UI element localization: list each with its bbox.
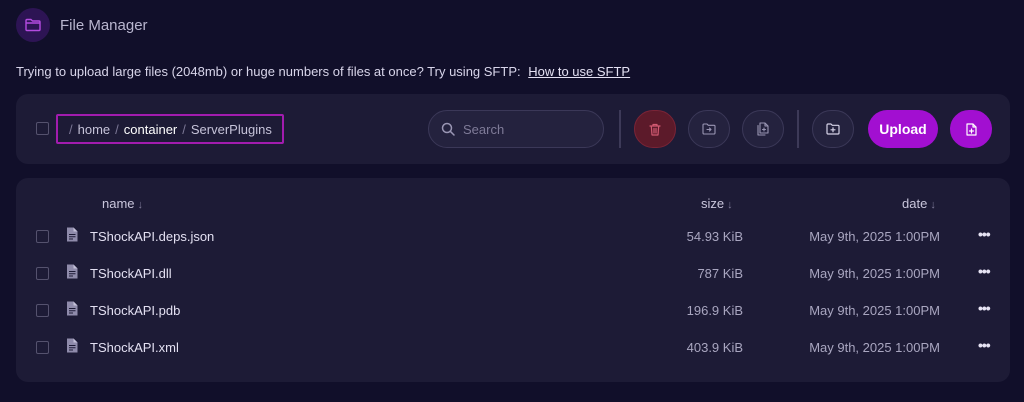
breadcrumb-separator: /	[69, 121, 73, 137]
file-text-icon	[67, 301, 78, 316]
file-plus-icon	[965, 122, 977, 136]
copy-button[interactable]	[742, 110, 784, 148]
move-button[interactable]	[688, 110, 730, 148]
sort-arrow-icon: ↓	[930, 199, 936, 211]
sftp-notice-text: Trying to upload large files (2048mb) or…	[16, 64, 521, 79]
file-text-icon	[67, 338, 78, 353]
more-horizontal-icon[interactable]: •••	[978, 300, 991, 316]
breadcrumb-separator: /	[115, 121, 119, 137]
folder-plus-icon	[826, 123, 840, 135]
table-row[interactable]: TShockAPI.xml 403.9 KiB May 9th, 2025 1:…	[16, 329, 1010, 366]
breadcrumb-separator: /	[182, 121, 186, 137]
table-row[interactable]: TShockAPI.deps.json 54.93 KiB May 9th, 2…	[16, 218, 1010, 255]
trash-icon	[649, 123, 661, 136]
file-name[interactable]: TShockAPI.dll	[90, 266, 172, 281]
search-icon	[441, 122, 455, 136]
breadcrumb: / home / container / ServerPlugins	[56, 114, 284, 144]
page-header: File Manager	[16, 8, 148, 42]
search-box	[428, 110, 604, 148]
column-header-name[interactable]: name ↓	[102, 196, 143, 211]
select-all-checkbox[interactable]	[36, 122, 49, 135]
column-header-size-label: size	[701, 196, 725, 211]
file-name[interactable]: TShockAPI.deps.json	[90, 229, 214, 244]
breadcrumb-item-container[interactable]: container	[124, 122, 177, 137]
row-checkbox[interactable]	[36, 230, 49, 243]
row-checkbox[interactable]	[36, 304, 49, 317]
file-size: 196.9 KiB	[686, 303, 743, 318]
file-copy-icon	[757, 122, 769, 136]
table-row[interactable]: TShockAPI.dll 787 KiB May 9th, 2025 1:00…	[16, 255, 1010, 292]
sftp-help-link[interactable]: How to use SFTP	[528, 64, 630, 79]
file-text-icon	[67, 264, 78, 279]
file-toolbar: / home / container / ServerPlugins Uploa…	[16, 94, 1010, 164]
file-text-icon	[67, 227, 78, 242]
file-size: 787 KiB	[697, 266, 743, 281]
more-horizontal-icon[interactable]: •••	[978, 337, 991, 353]
search-input[interactable]	[463, 121, 583, 137]
column-header-date[interactable]: date ↓	[902, 196, 936, 211]
breadcrumb-item-home[interactable]: home	[78, 122, 111, 137]
folder-icon	[16, 8, 50, 42]
new-folder-button[interactable]	[812, 110, 854, 148]
upload-button[interactable]: Upload	[868, 110, 938, 148]
file-date: May 9th, 2025 1:00PM	[809, 266, 940, 281]
file-date: May 9th, 2025 1:00PM	[809, 229, 940, 244]
table-row[interactable]: TShockAPI.pdb 196.9 KiB May 9th, 2025 1:…	[16, 292, 1010, 329]
toolbar-divider	[797, 110, 799, 148]
page-title: File Manager	[60, 16, 148, 34]
new-file-button[interactable]	[950, 110, 992, 148]
file-date: May 9th, 2025 1:00PM	[809, 340, 940, 355]
sort-arrow-icon: ↓	[137, 199, 144, 211]
column-header-date-label: date	[902, 196, 928, 211]
sftp-notice: Trying to upload large files (2048mb) or…	[16, 64, 630, 79]
column-header-size[interactable]: size ↓	[701, 196, 733, 211]
file-list: name ↓ size ↓ date ↓ TShockAPI.deps.json 54…	[16, 178, 1010, 382]
row-checkbox[interactable]	[36, 341, 49, 354]
breadcrumb-item-serverplugins[interactable]: ServerPlugins	[191, 122, 272, 137]
folder-move-icon	[702, 123, 716, 135]
file-size: 403.9 KiB	[686, 340, 743, 355]
file-size: 54.93 KiB	[686, 229, 743, 244]
more-horizontal-icon[interactable]: •••	[978, 263, 991, 279]
file-name[interactable]: TShockAPI.xml	[90, 340, 179, 355]
file-name[interactable]: TShockAPI.pdb	[90, 303, 180, 318]
column-header-name-label: name	[102, 196, 135, 211]
delete-button[interactable]	[634, 110, 676, 148]
more-horizontal-icon[interactable]: •••	[978, 226, 991, 242]
sort-arrow-icon: ↓	[727, 199, 733, 211]
toolbar-divider	[619, 110, 621, 148]
file-date: May 9th, 2025 1:00PM	[809, 303, 940, 318]
row-checkbox[interactable]	[36, 267, 49, 280]
